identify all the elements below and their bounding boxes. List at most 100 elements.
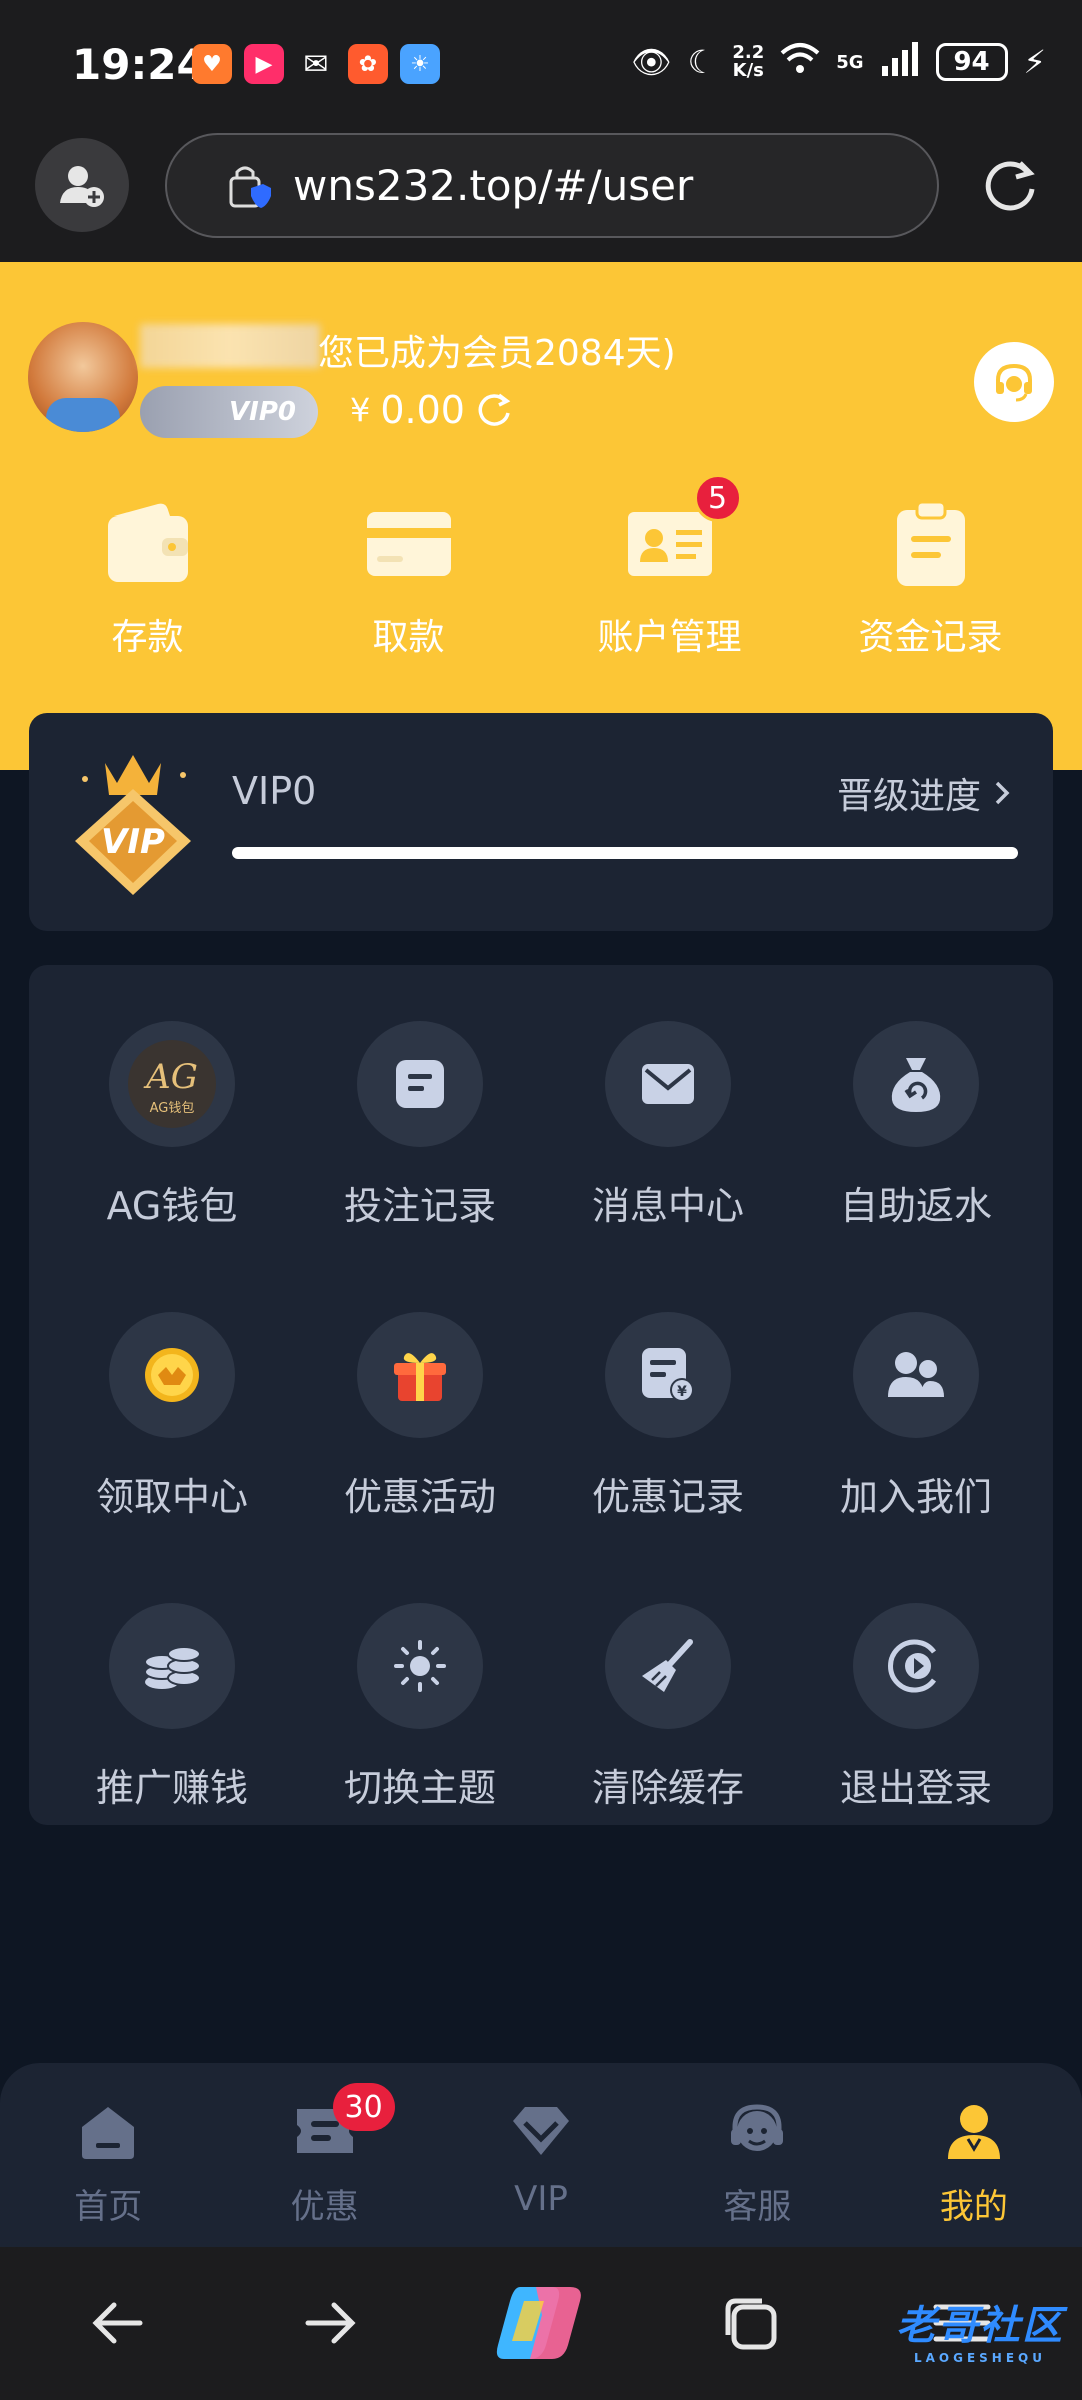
users-icon — [853, 1312, 979, 1438]
clipboard-icon — [896, 500, 965, 586]
status-time: 19:24 — [72, 40, 206, 89]
clear-cache-button[interactable]: 清除缓存 — [544, 1603, 792, 1812]
forward-arrow-icon[interactable] — [298, 2291, 362, 2355]
tab-promotions-label: 优惠 — [290, 2187, 359, 2227]
notification-icons: ♥ ▶ ✉ ✿ ☀ — [192, 44, 440, 84]
bet-record-icon — [357, 1021, 483, 1147]
battery-level: 94 — [953, 47, 990, 77]
withdraw-label: 取款 — [372, 617, 445, 658]
broom-icon — [605, 1603, 731, 1729]
money-bag-icon — [853, 1021, 979, 1147]
fund-records-button[interactable]: 资金记录 — [800, 462, 1061, 660]
refresh-balance-icon[interactable] — [475, 391, 513, 429]
vip-level-text: VIP0 — [232, 769, 317, 813]
promotions-label: 优惠活动 — [343, 1475, 496, 1519]
ag-logo-text: AG — [143, 1057, 198, 1097]
net-speed-unit: K/s — [732, 60, 764, 81]
message-center-button[interactable]: 消息中心 — [544, 1021, 792, 1230]
reload-icon[interactable] — [980, 155, 1040, 215]
home-icon — [82, 2107, 135, 2159]
url-field[interactable]: wns232.top/#/user — [165, 133, 939, 238]
gold-coin-icon — [109, 1312, 235, 1438]
signal-bars-icon — [880, 40, 920, 84]
join-us-button[interactable]: 加入我们 — [792, 1312, 1040, 1521]
watermark-subtext: LAOGESHEQU — [913, 2351, 1046, 2365]
promotions-badge: 30 — [332, 2083, 395, 2131]
headset-icon — [731, 2104, 784, 2151]
quick-actions: 存款 取款 5 账户管理 资金记录 — [0, 462, 1082, 660]
avatar[interactable] — [28, 322, 138, 432]
video-app-icon: ▶ — [244, 44, 284, 84]
lock-shield-icon — [229, 166, 271, 208]
add-user-icon — [60, 166, 104, 207]
weather-icon: ☀ — [400, 44, 440, 84]
tab-vip[interactable]: VIP — [433, 2063, 649, 2247]
upgrade-progress-link[interactable]: 晋级进度 — [837, 767, 1013, 819]
tabs-icon[interactable] — [718, 2291, 782, 2355]
vip-level-badge-text: VIP0 — [229, 397, 296, 427]
balance-amount: 0.00 — [380, 388, 465, 432]
wallet-icon — [107, 503, 188, 582]
tab-customer-service[interactable]: 客服 — [649, 2063, 865, 2247]
account-management-label: 账户管理 — [597, 617, 742, 658]
switch-theme-button[interactable]: 切换主题 — [296, 1603, 544, 1812]
system-icons: 👁 ☾ 2.2 K/s 5G 94 ⚡ — [631, 40, 1046, 84]
gift-icon — [357, 1312, 483, 1438]
back-arrow-icon[interactable] — [86, 2291, 150, 2355]
tab-customer-service-label: 客服 — [723, 2187, 792, 2227]
status-bar: 19:24 ♥ ▶ ✉ ✿ ☀ 👁 ☾ 2.2 K/s 5G 94 ⚡ — [0, 0, 1082, 130]
vip-diamond-icon — [513, 2107, 570, 2155]
watermark-text: 老哥社区 — [896, 2303, 1064, 2349]
promo-record-icon: ¥ — [605, 1312, 731, 1438]
url-text: wns232.top/#/user — [293, 161, 694, 210]
self-rebate-button[interactable]: 自助返水 — [792, 1021, 1040, 1230]
user-center-page: 19:24 ♥ ▶ ✉ ✿ ☀ 👁 ☾ 2.2 K/s 5G 94 ⚡ wns2… — [0, 0, 1082, 2400]
tab-profile[interactable]: 我的 — [866, 2063, 1082, 2247]
customer-service-button[interactable] — [974, 342, 1054, 422]
charging-icon: ⚡ — [1023, 43, 1046, 81]
wifi-icon — [780, 41, 820, 83]
heart-app-icon: ♥ — [192, 44, 232, 84]
vip-progress-card[interactable]: VIP VIP0 晋级进度 — [29, 713, 1053, 931]
app-grid-icon: ✿ — [348, 44, 388, 84]
wechat-icon: ✉ — [303, 46, 329, 82]
promo-records-button[interactable]: ¥ 优惠记录 — [544, 1312, 792, 1521]
vip-level-badge: VIP0 — [140, 386, 318, 438]
promotions-button[interactable]: 优惠活动 — [296, 1312, 544, 1521]
tab-profile-label: 我的 — [939, 2187, 1008, 2227]
svg-text:¥: ¥ — [677, 1384, 687, 1400]
tab-home-label: 首页 — [74, 2187, 143, 2227]
referral-earn-button[interactable]: 推广赚钱 — [48, 1603, 296, 1812]
mail-icon — [605, 1021, 731, 1147]
username-blurred — [140, 324, 320, 368]
promo-records-label: 优惠记录 — [591, 1475, 744, 1519]
logout-label: 退出登录 — [839, 1766, 992, 1810]
vip-crown-emblem-icon: VIP — [75, 755, 191, 895]
account-management-button[interactable]: 5 账户管理 — [539, 462, 800, 660]
message-center-label: 消息中心 — [591, 1184, 744, 1228]
sun-icon — [357, 1603, 483, 1729]
tab-promotions[interactable]: 30 优惠 — [216, 2063, 432, 2247]
bet-records-button[interactable]: 投注记录 — [296, 1021, 544, 1230]
claim-center-button[interactable]: 领取中心 — [48, 1312, 296, 1521]
fund-records-label: 资金记录 — [858, 617, 1003, 658]
coins-stack-icon — [109, 1603, 235, 1729]
feature-grid: AG AG钱包 AG钱包 投注记录 消息中心 自助返水 领取中心 优惠活动 ¥ … — [29, 1021, 1053, 1812]
net-speed: 2.2 K/s — [732, 44, 764, 80]
logout-icon — [853, 1603, 979, 1729]
clear-cache-label: 清除缓存 — [591, 1766, 744, 1810]
withdraw-button[interactable]: 取款 — [278, 462, 539, 660]
logout-button[interactable]: 退出登录 — [792, 1603, 1040, 1812]
browser-profile-button[interactable] — [35, 138, 129, 232]
deposit-button[interactable]: 存款 — [17, 462, 278, 660]
bottom-tab-bar: 首页 30 优惠 VIP 客服 我的 — [0, 2063, 1082, 2247]
ag-wallet-button[interactable]: AG AG钱包 AG钱包 — [48, 1021, 296, 1230]
ag-logo-subtext: AG钱包 — [150, 1101, 195, 1116]
tab-home[interactable]: 首页 — [0, 2063, 216, 2247]
copilot-icon[interactable] — [490, 2281, 590, 2365]
browser-navigation-bar: 老哥社区 LAOGESHEQU — [0, 2247, 1082, 2400]
vip-progress-bar — [232, 847, 1018, 859]
vip-emblem-text: VIP — [101, 822, 165, 862]
signal-type: 5G — [836, 51, 864, 73]
tab-vip-label: VIP — [514, 2179, 568, 2219]
